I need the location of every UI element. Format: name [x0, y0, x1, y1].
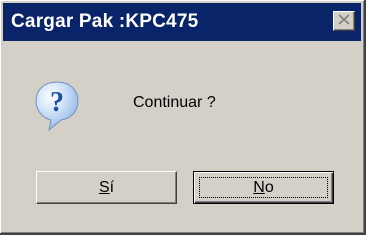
close-button[interactable] [333, 11, 355, 31]
close-icon [338, 12, 350, 30]
message-dialog: Cargar Pak :KPC475 ? Continuar ? Sí No [0, 0, 366, 235]
no-button[interactable]: No [193, 171, 334, 204]
dialog-message: Continuar ? [133, 94, 216, 111]
window-title: Cargar Pak :KPC475 [11, 11, 199, 32]
yes-button[interactable]: Sí [36, 171, 177, 204]
title-bar[interactable]: Cargar Pak :KPC475 [3, 3, 361, 41]
question-icon: ? [34, 80, 80, 132]
yes-button-label: Sí [98, 178, 115, 196]
svg-text:?: ? [50, 87, 64, 118]
no-button-label: No [253, 178, 274, 196]
